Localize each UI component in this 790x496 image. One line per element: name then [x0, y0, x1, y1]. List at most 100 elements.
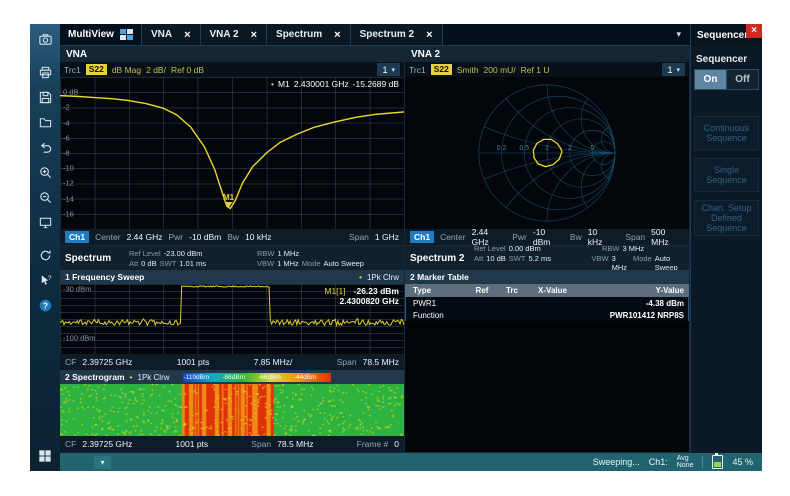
- vna-footer: Ch1 Center 2.44 GHz Pwr -10 dBm Bw 10 kH…: [60, 229, 404, 245]
- sequencer-off-button[interactable]: Off: [726, 70, 758, 89]
- refresh-icon[interactable]: [33, 244, 57, 267]
- span-label: Span: [625, 232, 645, 242]
- spectrum-sweep-chart[interactable]: -30 dBm -100 dBm M1[1]-26.23 dBm 2.43008…: [60, 284, 404, 354]
- screenshot-page: ? ? MultiView VNA × VNA 2 ×: [0, 0, 790, 496]
- chan-setup-defined-sequence-button[interactable]: Chan. Setup Defined Sequence: [694, 200, 759, 236]
- tab-vna[interactable]: VNA ×: [142, 24, 201, 45]
- ref-level-label: Ref Level: [474, 246, 506, 253]
- mode-value: Auto Sweep: [324, 259, 364, 268]
- spectrum-footer-1: CF 2.39725 GHz 1001 pts 7.85 MHz/ Span 7…: [60, 354, 404, 370]
- smith-axis-label: 2: [568, 145, 572, 152]
- marker-table-titlebar[interactable]: 2 Marker Table: [405, 270, 689, 284]
- marker-frequency: 2.4300820 GHz: [339, 296, 399, 306]
- spectrogram-display[interactable]: [60, 384, 404, 436]
- frequency-sweep-titlebar[interactable]: 1 Frequency Sweep • 1Pk Clrw: [60, 270, 404, 284]
- points-value: 1001 pts: [176, 439, 209, 449]
- selector-value: 1: [382, 65, 387, 75]
- windows-icon[interactable]: [33, 444, 57, 467]
- vna-trace-info-row: Trc1 S22 dB Mag 2 dB/ Ref 0 dB 1 ▾: [60, 62, 404, 77]
- subwindow-title: 2 Marker Table: [410, 272, 469, 282]
- vna-trace-chart[interactable]: 0 dB -2 -4 -6 -8 -10 -12 -14 -16 M1: [60, 77, 404, 229]
- bw-value: 10 kHz: [588, 227, 614, 246]
- svg-text:?: ?: [47, 275, 51, 282]
- open-folder-icon[interactable]: [33, 111, 57, 134]
- tab-label: VNA: [151, 29, 172, 40]
- close-icon[interactable]: ×: [251, 29, 257, 41]
- trace-param-badge[interactable]: S22: [431, 64, 452, 75]
- multiview-grid-icon: [120, 29, 133, 40]
- close-icon[interactable]: ×: [426, 29, 432, 41]
- display-icon[interactable]: [33, 211, 57, 234]
- tab-vna2[interactable]: VNA 2 ×: [201, 24, 268, 45]
- chevron-down-icon[interactable]: ▾: [667, 29, 690, 40]
- sequencer-header: Sequencer ×: [691, 24, 762, 46]
- spectrogram-titlebar[interactable]: 2 Spectrogram • 1Pk Clrw -110dBm -88dBm …: [60, 370, 404, 384]
- trace-param-badge[interactable]: S22: [86, 64, 107, 75]
- trace-format: Smith: [457, 65, 479, 75]
- tab-multiview[interactable]: MultiView: [60, 24, 142, 45]
- rbw-label: RBW: [257, 249, 275, 258]
- marker-m1[interactable]: M1: [223, 193, 234, 208]
- sequencer-on-button[interactable]: On: [695, 70, 726, 89]
- vna2-smith-chart[interactable]: 0.2 0.5 1 2 5: [405, 77, 689, 229]
- center-label: Center: [440, 232, 466, 242]
- pointer-help-icon[interactable]: ?: [33, 269, 57, 292]
- center-value: 2.44 GHz: [127, 232, 163, 242]
- status-divider: [702, 456, 703, 468]
- sweep-status-text: Sweeping...: [593, 457, 640, 467]
- sequencer-sidebar: Sequencer × Sequencer On Off Continuous …: [690, 24, 762, 453]
- rbw-label: RBW: [602, 246, 620, 253]
- multiview-grid: VNA Trc1 S22 dB Mag 2 dB/ Ref 0 dB 1 ▾ 0…: [60, 46, 690, 453]
- undo-icon[interactable]: [33, 136, 57, 159]
- vna2-footer: Ch1 Center 2.44 GHz Pwr -10 dBm Bw 10 kH…: [405, 229, 689, 245]
- legend-label: -66dBm: [257, 373, 282, 382]
- trace-mode-label: 1Pk Clrw: [367, 273, 399, 282]
- window-number-selector[interactable]: 1 ▾: [377, 63, 400, 76]
- span-value: 500 MHz: [651, 227, 684, 246]
- tab-spectrum[interactable]: Spectrum ×: [267, 24, 351, 45]
- camera-icon[interactable]: [33, 28, 57, 51]
- span-label: Span: [337, 357, 357, 367]
- close-icon[interactable]: ×: [184, 29, 190, 41]
- continuous-sequence-button[interactable]: Continuous Sequence: [694, 116, 759, 150]
- channel-tab-bar: MultiView VNA × VNA 2 × Spectrum × Spect…: [60, 24, 690, 46]
- spectrum-window-title[interactable]: Spectrum: [60, 246, 129, 270]
- legend-label: -44dBm: [293, 373, 318, 382]
- avg-label: Avg: [677, 455, 694, 462]
- table-row[interactable]: PWR1 -4.38 dBm: [405, 297, 689, 309]
- close-icon[interactable]: ×: [334, 29, 340, 41]
- channel-badge[interactable]: Ch1: [65, 231, 89, 243]
- chevron-down-icon[interactable]: ▾: [94, 456, 111, 469]
- pwr-label: Pwr: [512, 232, 527, 242]
- single-sequence-button[interactable]: Single Sequence: [694, 158, 759, 192]
- zoom-in-icon[interactable]: [33, 161, 57, 184]
- channel-badge[interactable]: Ch1: [410, 231, 434, 243]
- tab-label: Spectrum: [276, 29, 322, 40]
- zoom-out-icon[interactable]: [33, 186, 57, 209]
- spectrum2-window-title[interactable]: Spectrum 2: [405, 246, 474, 270]
- close-icon[interactable]: ×: [746, 24, 762, 38]
- vbw-label: VBW: [257, 259, 274, 268]
- tab-label: VNA 2: [210, 29, 239, 40]
- vna-window-title[interactable]: VNA: [60, 46, 404, 62]
- tab-spectrum2[interactable]: Spectrum 2 ×: [351, 24, 443, 45]
- table-row[interactable]: Function PWR101412 NRP8S: [405, 309, 689, 321]
- marker-label: M1: [223, 193, 234, 202]
- spectrogram-canvas: [60, 384, 404, 436]
- att-label: Att: [129, 259, 138, 268]
- help-icon[interactable]: ?: [33, 294, 57, 317]
- cell-type: Function: [405, 311, 467, 320]
- chevron-down-icon: ▾: [676, 66, 680, 74]
- cf-value: 2.39725 GHz: [82, 357, 132, 367]
- window-number-selector[interactable]: 1 ▾: [662, 63, 685, 76]
- span-value: 78.5 MHz: [277, 439, 313, 449]
- marker-triangle-icon: [225, 202, 233, 208]
- spectrogram-color-legend: -110dBm -88dBm -66dBm -44dBm: [183, 373, 331, 382]
- trace-name: Trc1: [409, 65, 426, 75]
- save-icon[interactable]: [33, 86, 57, 109]
- chevron-down-icon: ▾: [391, 66, 395, 74]
- trace-name: Trc1: [64, 65, 81, 75]
- vna-marker-readout: • M1 2.430001 GHz -15.2689 dB: [271, 79, 399, 89]
- printer-icon[interactable]: [33, 61, 57, 84]
- vna2-window-title[interactable]: VNA 2: [405, 46, 689, 62]
